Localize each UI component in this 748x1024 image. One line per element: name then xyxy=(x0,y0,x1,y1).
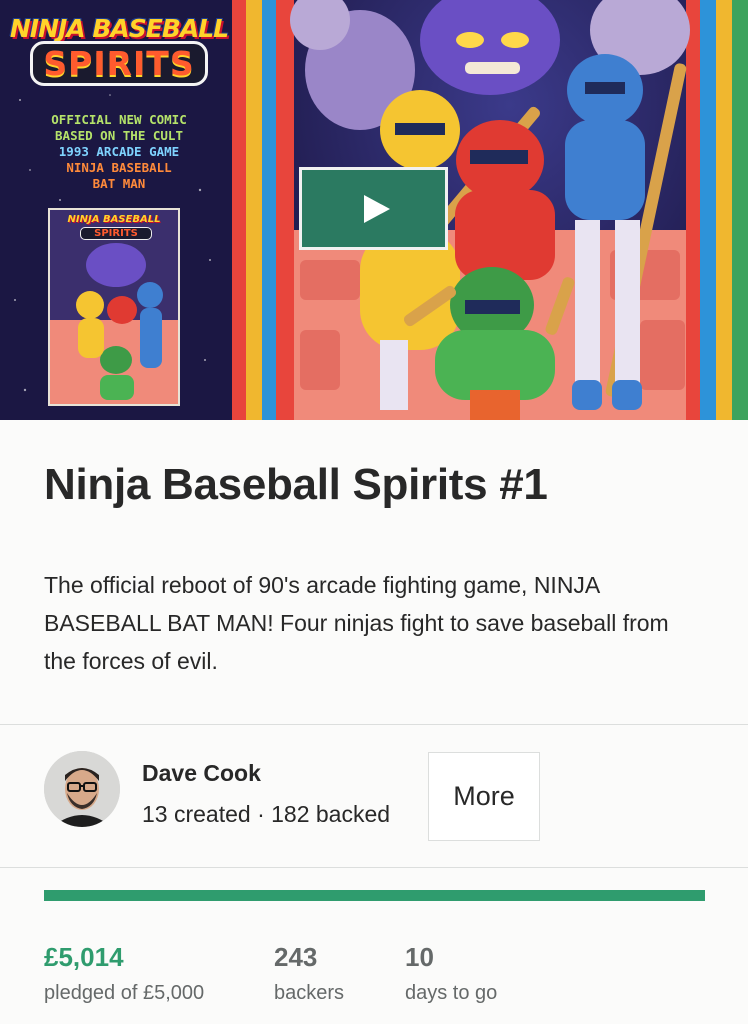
creator-name[interactable]: Dave Cook xyxy=(142,760,261,787)
cover-thumbnail-subtitle: SPIRITS xyxy=(80,227,152,240)
promo-line: NINJA BASEBALL xyxy=(66,160,172,175)
logo-subtitle-line: SPIRITS xyxy=(30,41,208,86)
divider xyxy=(0,867,748,868)
avatar-image xyxy=(44,751,120,827)
promo-text: OFFICIAL NEW COMIC BASED ON THE CULT 199… xyxy=(20,112,218,192)
creator-avatar[interactable] xyxy=(44,751,120,827)
comic-logo: NINJA BASEBALL SPIRITS xyxy=(8,14,230,86)
backers-count: 243 xyxy=(274,942,318,972)
project-blurb: The official reboot of 90's arcade fight… xyxy=(44,572,669,674)
promo-line: BASED ON THE CULT xyxy=(55,128,183,143)
comic-cover-thumbnail: NINJA BASEBALL SPIRITS xyxy=(48,208,180,406)
logo-title-line: NINJA BASEBALL xyxy=(9,14,229,43)
cover-thumbnail-title: NINJA BASEBALL xyxy=(67,214,161,225)
play-video-button[interactable] xyxy=(299,167,448,250)
more-button[interactable]: More xyxy=(428,752,540,841)
funding-progress-bar xyxy=(44,890,705,901)
project-title: Ninja Baseball Spirits #1 xyxy=(44,460,548,509)
days-remaining: 10 xyxy=(405,942,434,972)
divider xyxy=(0,724,748,725)
promo-line: OFFICIAL NEW COMIC xyxy=(51,112,187,127)
promo-line: 1993 ARCADE GAME xyxy=(58,144,180,159)
pledged-goal-label: pledged of £5,000 xyxy=(44,982,205,1004)
backers-label: backers xyxy=(274,982,345,1004)
funding-progress-fill xyxy=(44,890,705,901)
project-video[interactable]: NINJA BASEBALL SPIRITS OFFICIAL NEW COMI… xyxy=(0,0,748,420)
days-remaining-label: days to go xyxy=(405,982,498,1004)
creator-stats: 13 created · 182 backed xyxy=(142,801,391,827)
pledged-amount: £5,014 xyxy=(44,942,124,972)
play-icon xyxy=(364,195,390,223)
promo-line: BAT MAN xyxy=(92,176,146,191)
